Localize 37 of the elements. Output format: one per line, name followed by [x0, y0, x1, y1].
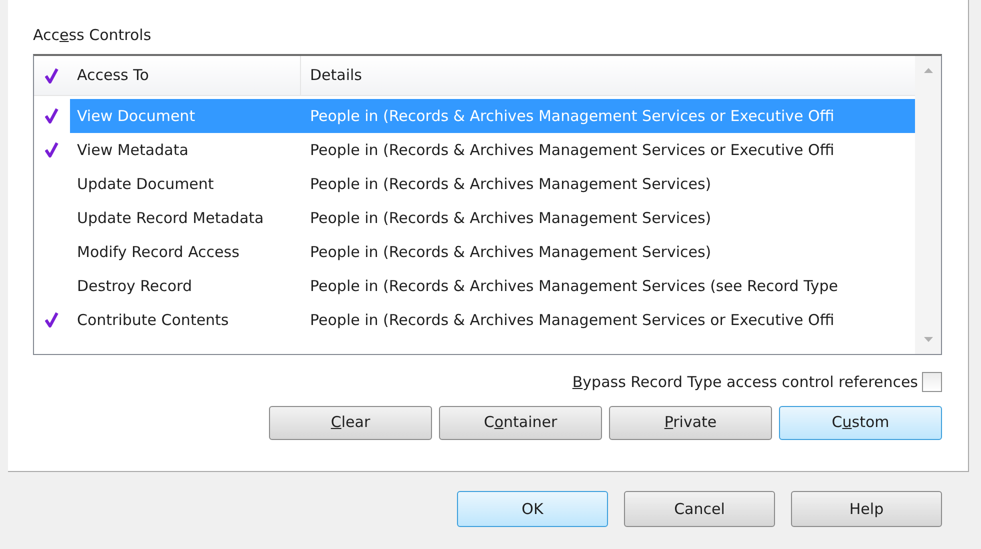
- access-button[interactable]: Clear: [269, 406, 432, 440]
- scroll-down-icon[interactable]: [924, 337, 932, 342]
- table-row[interactable]: Update Record Metadata People in (Records & Archives Management Services): [70, 201, 915, 235]
- access-button[interactable]: Container: [439, 406, 602, 440]
- table-cell-text: Destroy Record: [76, 276, 193, 297]
- dialog-button[interactable]: Help: [791, 491, 942, 527]
- table-cell-text: People in (Records & Archives Management Services (see Record Type: [309, 276, 838, 297]
- table-cell-text: Contribute Contents: [76, 310, 230, 331]
- section-label: Access Controls: [33, 25, 152, 46]
- table-row[interactable]: Contribute Contents People in (Records & Archives Management Services or Executive Offi: [70, 303, 915, 337]
- dialog-button[interactable]: OK: [457, 491, 608, 527]
- access-list[interactable]: [33, 54, 942, 355]
- table-cell-text: Update Document: [76, 174, 215, 195]
- table-cell-text: View Document: [76, 106, 196, 127]
- table-cell-text: People in (Records & Archives Management Services or Executive Offi: [309, 310, 834, 331]
- scroll-up-icon[interactable]: [924, 68, 932, 73]
- column-header[interactable]: Details: [301, 56, 362, 95]
- table-cell-text: Modify Record Access: [76, 242, 240, 263]
- table-cell-text: People in (Records & Archives Management Services): [309, 208, 712, 229]
- table-cell-text: People in (Records & Archives Management Services): [309, 174, 712, 195]
- column-header[interactable]: Access To: [70, 56, 301, 95]
- checkbox-label: Bypass Record Type access control references: [572, 372, 918, 393]
- access-button[interactable]: Custom: [779, 406, 942, 440]
- table-cell-text: View Metadata: [76, 140, 190, 161]
- check-icon: [45, 68, 59, 84]
- scrollbar[interactable]: [915, 56, 941, 354]
- table-row[interactable]: View Metadata People in (Records & Archives Management Services or Executive Offi: [70, 133, 915, 167]
- access-button[interactable]: Private: [609, 406, 772, 440]
- table-cell-text: Update Record Metadata: [76, 208, 265, 229]
- table-cell-text: People in (Records & Archives Management Services or Executive Offi: [309, 106, 834, 127]
- table-row[interactable]: Modify Record Access People in (Records & Archives Management Services): [70, 235, 915, 269]
- table-cell-text: People in (Records & Archives Management Services or Executive Offi: [309, 140, 834, 161]
- table-row[interactable]: Destroy Record People in (Records & Archives Management Services (see Record Type: [70, 269, 915, 303]
- bypass-checkbox[interactable]: [922, 372, 942, 392]
- table-cell-text: People in (Records & Archives Management Services): [309, 242, 712, 263]
- table-row[interactable]: Update Document People in (Records & Archives Management Services): [70, 167, 915, 201]
- dialog-button[interactable]: Cancel: [624, 491, 775, 527]
